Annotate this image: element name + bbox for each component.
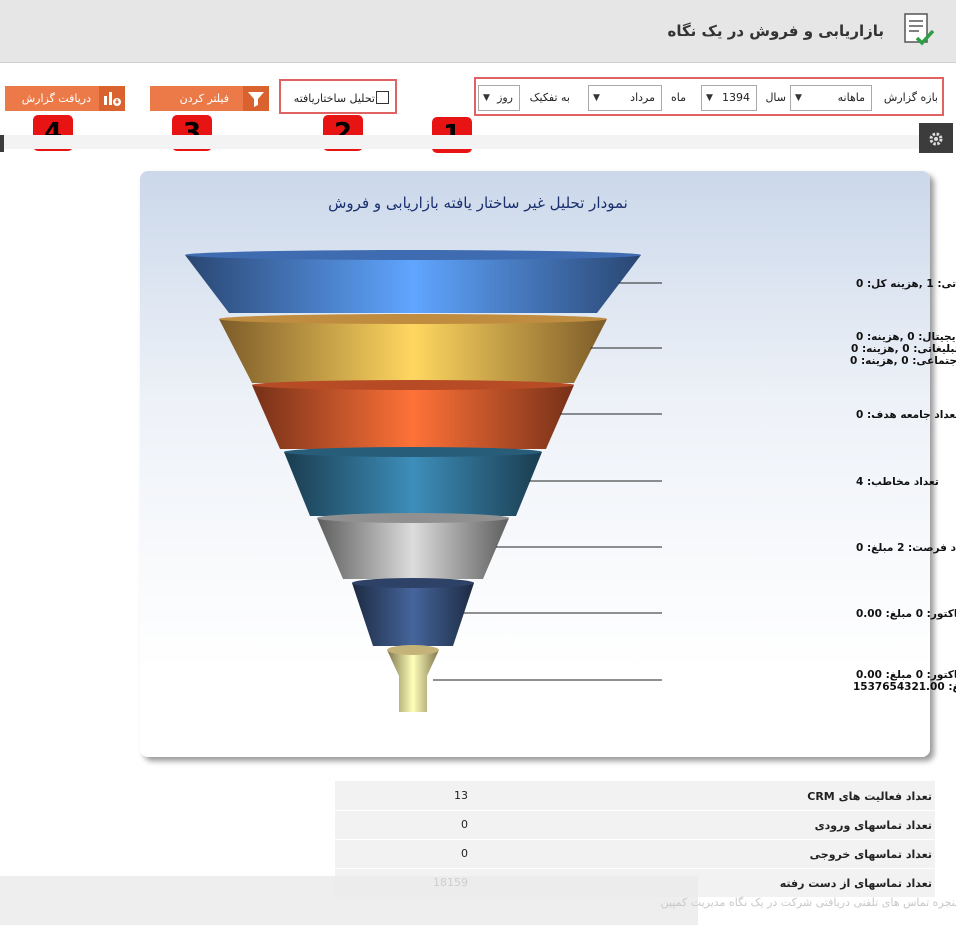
funnel-segment-top — [317, 513, 509, 523]
table-row: تعداد تماسهای ورودی 0 — [335, 810, 935, 840]
funnel-segment-top — [387, 645, 439, 655]
funnel-segment — [284, 452, 542, 516]
funnel-label: تعداد پیش فاکتور: 0 مبلغ: 0.00 — [856, 608, 956, 620]
funnel-segment — [219, 319, 607, 383]
funnel-segment-top — [352, 578, 474, 588]
funnel-segment — [387, 650, 439, 712]
funnel-label: تعداد قرارداد: 2 مبلغ: 1537654321.00 — [853, 681, 956, 693]
table-row: تعداد فعالیت های CRM 13 — [335, 781, 935, 811]
funnel-label: تعداد مخاطب: 4 — [856, 476, 939, 488]
stat-label: تعداد تماسهای از دست رفته — [779, 877, 932, 890]
funnel-label: تعداد جامعه هدف: 0 — [856, 409, 956, 421]
funnel-label: تعداد کمپین تبلیغاتی: 1 ,هزینه کل: 0 — [856, 278, 956, 290]
funnel-label: تعداد فعالیت تبلیغاتی: 0 ,هزینه: 0 — [851, 343, 956, 355]
funnel-segment-top — [219, 314, 607, 324]
funnel-label: تعداد برنامه تبلیغ دیجیتال: 0 ,هزینه: 0 — [856, 331, 956, 343]
funnel-label: تعداد فعالیت شبکه اجتماعی: 0 ,هزینه: 0 — [850, 355, 956, 367]
footer-overlay: پنجره تماس های تلفنی دریافتی شرکت در یک … — [0, 876, 956, 925]
funnel-segment-top — [252, 380, 574, 390]
stat-value: 0 — [461, 818, 468, 831]
funnel-segment — [352, 583, 474, 646]
funnel-segment — [185, 255, 641, 313]
stat-value: 0 — [461, 847, 468, 860]
funnel-segment — [252, 385, 574, 449]
table-row: تعداد تماسهای خروجی 0 — [335, 839, 935, 869]
funnel-label: تعداد فرصت: 2 مبلغ: 0 — [856, 542, 956, 554]
stat-label: تعداد فعالیت های CRM — [807, 790, 932, 803]
funnel-label: تعداد فاکتور: 0 مبلغ: 0.00 — [856, 669, 956, 681]
funnel-segment-top — [185, 250, 641, 260]
funnel-segment-top — [284, 447, 542, 457]
funnel-segment — [317, 518, 509, 579]
footer-ghost-text: پنجره تماس های تلفنی دریافتی شرکت در یک … — [660, 896, 956, 909]
stat-value: 13 — [454, 789, 468, 802]
stat-label: تعداد تماسهای ورودی — [814, 819, 932, 832]
stat-label: تعداد تماسهای خروجی — [809, 848, 932, 861]
